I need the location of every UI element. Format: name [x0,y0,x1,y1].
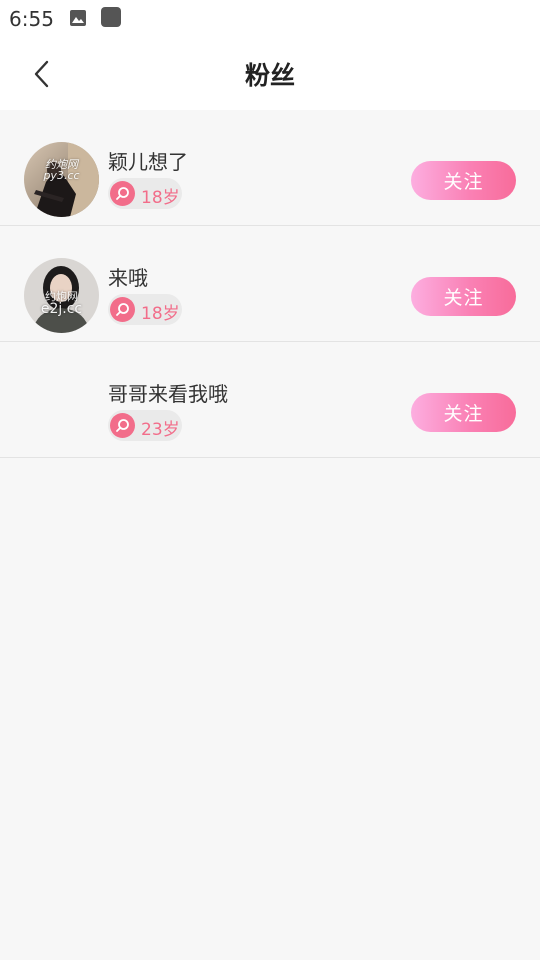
avatar[interactable]: 约炮网 py3.cc [24,142,99,217]
fans-list: 约炮网 py3.cc 颖儿想了 18岁 关注 约炮网 e2j.cc 来哦 18岁… [0,110,540,458]
female-icon [110,297,135,322]
age-badge: 23岁 [108,410,182,441]
avatar[interactable] [24,374,99,449]
fan-name: 颖儿想了 [108,150,188,174]
status-bar: 6:55 [0,0,540,36]
fan-name: 来哦 [108,266,148,290]
header: 粉丝 [0,36,540,110]
age-badge: 18岁 [108,294,182,325]
age-text: 18岁 [141,304,180,324]
age-text: 23岁 [141,420,180,440]
female-icon [110,413,135,438]
follow-button[interactable]: 关注 [411,277,516,316]
app-square-icon [101,7,121,27]
list-item[interactable]: 约炮网 e2j.cc 来哦 18岁 关注 [0,226,540,342]
status-time: 6:55 [9,7,54,31]
list-item[interactable]: 约炮网 py3.cc 颖儿想了 18岁 关注 [0,110,540,226]
avatar-watermark: e2j.cc [40,301,83,317]
avatar[interactable]: 约炮网 e2j.cc [24,258,99,333]
list-item[interactable]: 哥哥来看我哦 23岁 关注 [0,342,540,458]
age-badge: 18岁 [108,178,182,209]
avatar-watermark: py3.cc [43,169,80,182]
age-text: 18岁 [141,188,180,208]
fan-name: 哥哥来看我哦 [108,382,228,406]
image-icon [69,9,87,27]
female-icon [110,181,135,206]
follow-button[interactable]: 关注 [411,161,516,200]
page-title: 粉丝 [244,61,295,90]
follow-button[interactable]: 关注 [411,393,516,432]
